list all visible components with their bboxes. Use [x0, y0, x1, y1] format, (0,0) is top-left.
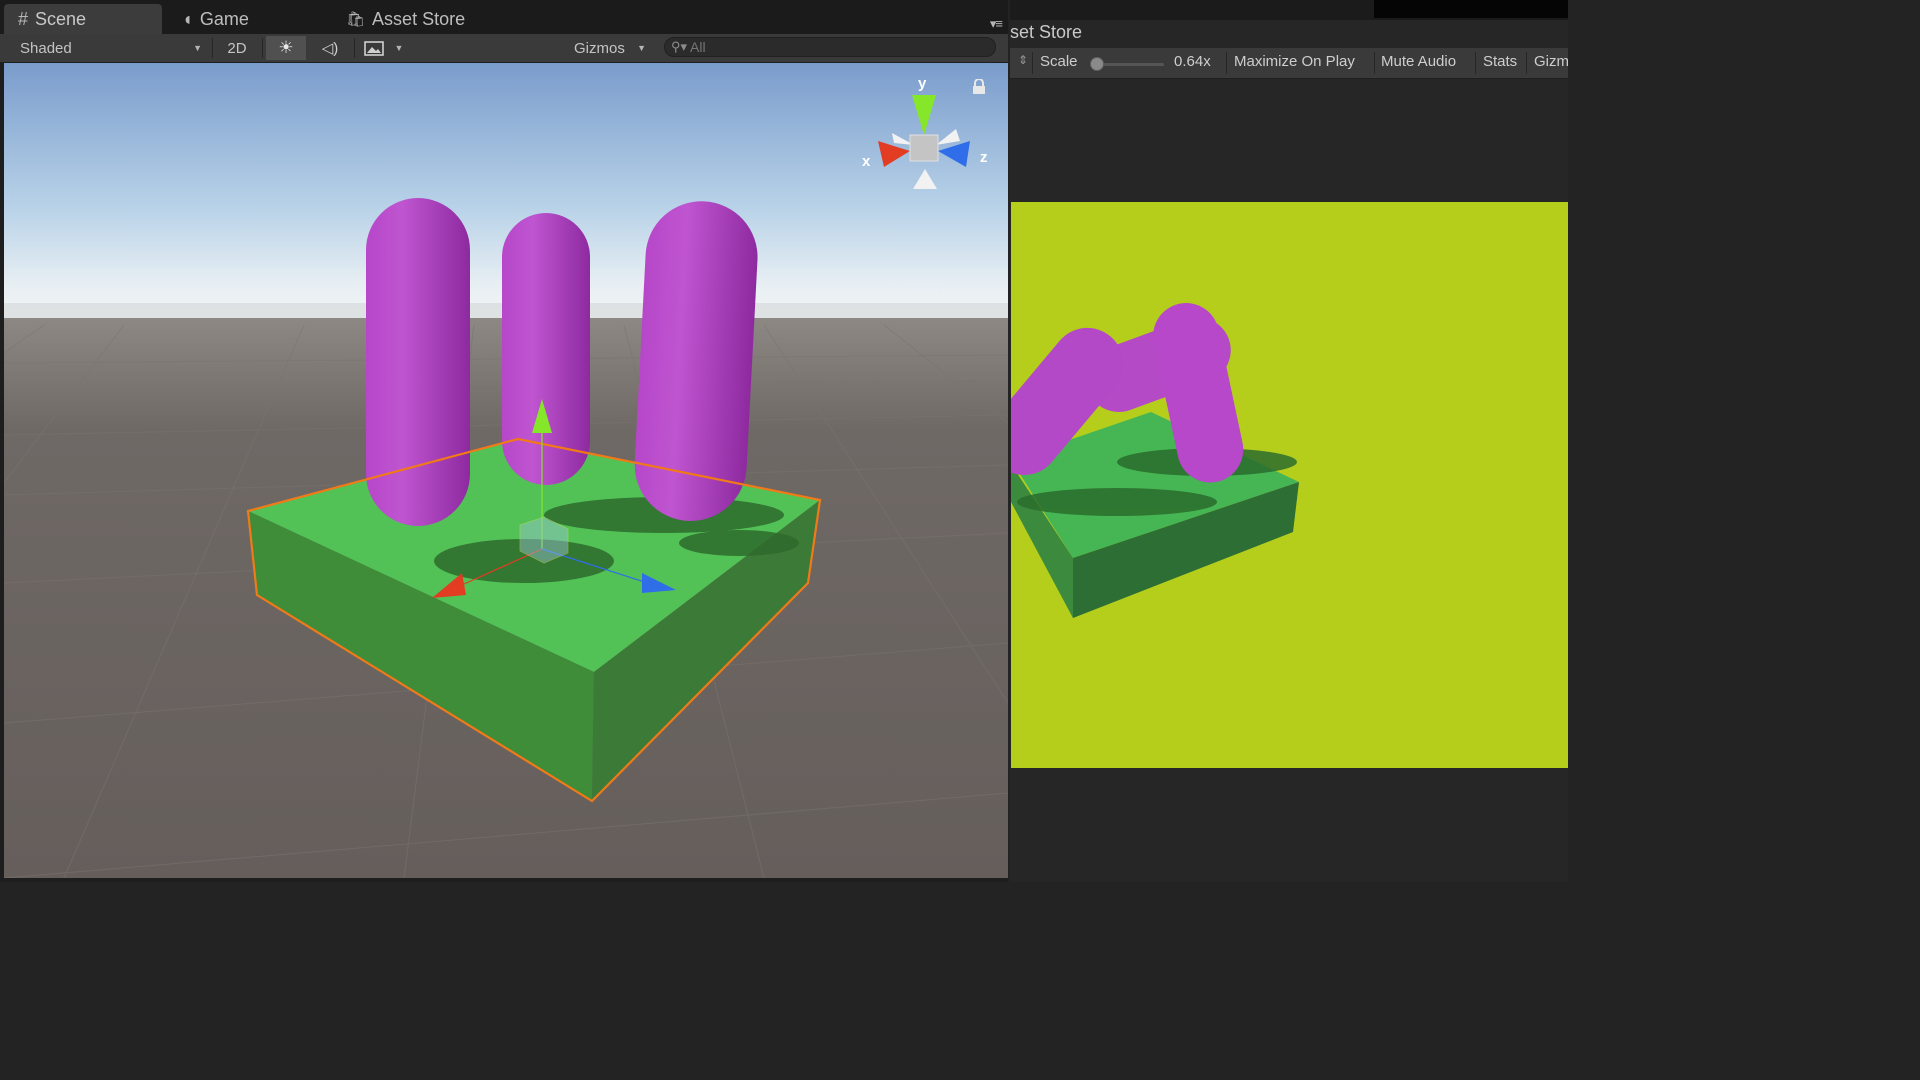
scale-slider[interactable] — [1094, 63, 1164, 66]
image-icon — [364, 40, 384, 56]
gizmos-dropdown[interactable]: Gizmos ▼ — [568, 36, 652, 60]
shading-mode-dropdown[interactable]: Shaded ▼ — [10, 36, 208, 60]
axis-z-label: z — [980, 149, 988, 166]
projection-label[interactable]: < Persp — [888, 276, 947, 296]
shopping-bag-icon: 🛍 — [346, 10, 366, 28]
game-view[interactable] — [1011, 202, 1568, 768]
divider — [1475, 52, 1476, 74]
axis-x-label: x — [862, 153, 871, 170]
tab-game[interactable]: ◖ Game — [168, 4, 338, 34]
tab-asset-store-label: Asset Store — [372, 8, 466, 29]
chevron-down-icon: ▼ — [394, 43, 404, 53]
divider — [1226, 52, 1227, 74]
search-icon: ⚲▾ — [671, 39, 688, 54]
divider — [354, 38, 355, 58]
scene-render — [4, 63, 1008, 878]
divider — [1526, 52, 1527, 74]
window-menu-icon[interactable]: ▾≡ — [990, 16, 1003, 32]
search-input[interactable] — [690, 39, 991, 55]
game-window: set Store ⇕ Scale 0.64x Maximize On Play… — [1010, 0, 1569, 882]
speaker-icon: ◁) — [321, 40, 339, 57]
chevron-down-icon: ▼ — [193, 43, 202, 53]
pacman-icon: ◖ — [182, 9, 193, 29]
scene-viewport[interactable]: y x z < Persp — [4, 63, 1008, 878]
gizmos-button[interactable]: Gizm — [1534, 53, 1569, 70]
display-stepper-icon[interactable]: ⇕ — [1018, 53, 1028, 67]
chevron-left-icon: < — [888, 276, 898, 295]
game-toolbar: ⇕ Scale 0.64x Maximize On Play Mute Audi… — [1010, 48, 1569, 79]
effects-dropdown-button[interactable]: ▼ — [390, 36, 408, 60]
tab-scene-label: Scene — [35, 8, 87, 29]
sun-icon: ☀ — [278, 38, 294, 57]
axis-y-label: y — [918, 75, 927, 92]
maximize-on-play-button[interactable]: Maximize On Play — [1234, 53, 1355, 70]
tab-game-label: Game — [199, 8, 249, 29]
shading-mode-label: Shaded — [20, 39, 72, 57]
capsule — [366, 198, 470, 526]
lock-icon[interactable] — [972, 79, 986, 95]
game-title-dark — [1374, 0, 1568, 18]
grid-icon: # — [18, 9, 29, 29]
game-window-tab-label[interactable]: set Store — [1010, 22, 1082, 43]
audio-toggle-button[interactable]: ◁) — [310, 36, 350, 60]
lighting-toggle-button[interactable]: ☀ — [266, 36, 306, 60]
hierarchy-search[interactable]: ⚲▾ — [664, 37, 996, 57]
effects-toggle-button[interactable] — [358, 36, 390, 60]
tab-asset-store[interactable]: 🛍 Asset Store — [332, 4, 512, 34]
scene-window: # Scene ◖ Game 🛍 Asset Store ▾≡ Shaded ▼… — [0, 0, 1008, 882]
2d-toggle-button[interactable]: 2D — [216, 36, 258, 60]
divider — [1374, 52, 1375, 74]
game-render — [1011, 202, 1568, 768]
scale-slider-knob[interactable] — [1090, 57, 1104, 71]
mute-audio-button[interactable]: Mute Audio — [1381, 53, 1456, 70]
gizmos-label: Gizmos — [574, 39, 625, 57]
scale-label: Scale — [1040, 53, 1078, 70]
projection-text: Persp — [902, 276, 948, 295]
scale-value: 0.64x — [1174, 53, 1211, 70]
stats-button[interactable]: Stats — [1483, 53, 1517, 70]
2d-label: 2D — [227, 39, 247, 57]
divider — [212, 38, 213, 58]
divider — [262, 38, 263, 58]
scene-tab-bar: # Scene ◖ Game 🛍 Asset Store ▾≡ — [0, 0, 1008, 34]
chevron-down-icon: ▼ — [637, 43, 646, 53]
tab-scene[interactable]: # Scene — [4, 4, 162, 34]
divider — [1032, 52, 1033, 74]
